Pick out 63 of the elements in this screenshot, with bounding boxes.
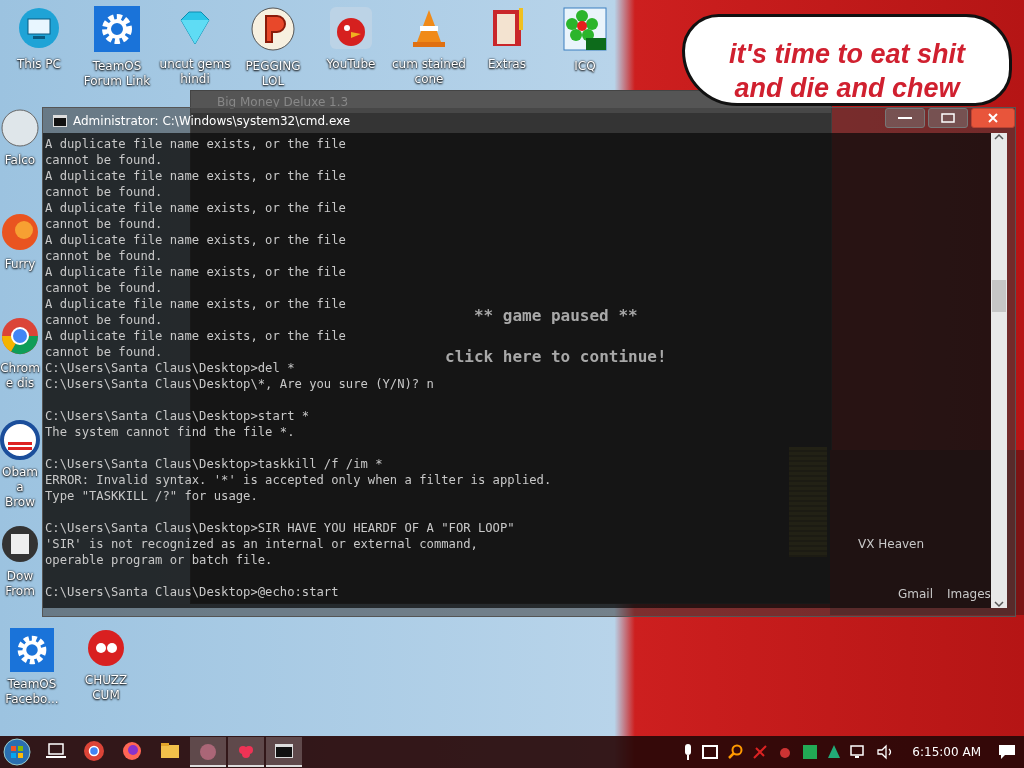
desktop-shortcut[interactable]: Extras [468,6,546,88]
icon-label: Extras [488,57,526,72]
console-line: ERROR: Invalid syntax. '*' is accepted only when a filter is applied. [45,472,552,488]
bookmark-link[interactable]: VX Heaven [858,537,925,551]
clock[interactable]: 6:15:00 AM [912,745,981,759]
icon-label: YouTube [326,57,376,72]
console-line: A duplicate file name exists, or the file [45,328,346,344]
desktop-shortcut[interactable]: TeamOS Forum Link [78,6,156,88]
bubble-text: it's time to eat shit [729,38,965,71]
icon-label: cum stained cone [391,57,467,87]
icon-label: Obama Brow [0,465,40,510]
desktop-shortcut[interactable]: Chrome dis [0,316,40,398]
console-line: cannot be found. [45,152,163,168]
icon-label: This PC [17,57,61,72]
console-line: C:\Users\Santa Claus\Desktop>start * [45,408,310,424]
desktop-shortcut[interactable]: Furry [0,212,40,294]
console-line: C:\Users\Santa Claus\Desktop>taskkill /f /im * [45,456,383,472]
console-line: C:\Users\Santa Claus\Desktop\*, Are you sure (Y/N)? n [45,376,434,392]
console-line: cannot be found. [45,216,163,232]
paused-text: ** game paused ** [473,306,638,325]
console-line: A duplicate file name exists, or the file [45,136,346,152]
desktop-shortcut[interactable]: Falco [0,108,40,190]
console-line: cannot be found. [45,344,163,360]
console-line: The system cannot find the file *. [45,424,295,440]
icon-label: CHUZZ CUM [83,673,129,703]
console-line: cannot be found. [45,184,163,200]
icon-label: Furry [4,257,36,272]
desktop-shortcut[interactable]: Dow From [0,524,40,606]
desktop-shortcut[interactable]: cum stained cone [390,6,468,88]
console-line: A duplicate file name exists, or the file [45,200,346,216]
console-line: A duplicate file name exists, or the file [45,264,346,280]
console-line: C:\Users\Santa Claus\Desktop>del * [45,360,295,376]
console-line: C:\Users\Santa Claus\Desktop>SIR HAVE YOU HEARDF OF A "FOR LOOP" [45,520,515,536]
icon-label: Dow From [4,569,36,599]
icon-label: uncut gems hindi [158,57,232,87]
console-line: 'SIR' is not recognized as an internal or external command, [45,536,478,552]
desktop-shortcut[interactable]: TeamOS Facebo... [0,628,64,710]
console-line: cannot be found. [45,312,163,328]
window-title: Administrator: C:\Windows\system32\cmd.exe [73,113,351,128]
console-line: cannot be found. [45,280,163,296]
console-line: cannot be found. [45,248,163,264]
icon-label: ICQ [574,59,596,74]
console-line: A duplicate file name exists, or the file [45,296,346,312]
console-line: operable program or batch file. [45,552,273,568]
desktop-shortcut[interactable]: CHUZZ CUM [74,628,138,710]
bubble-text: and die and chew [734,72,960,105]
icon-label: TeamOS Facebo... [4,677,60,707]
console-line: A duplicate file name exists, or the file [45,168,346,184]
desktop-shortcut[interactable]: uncut gems hindi [156,6,234,88]
desktop-shortcut[interactable]: This PC [0,6,78,88]
desktop-shortcut[interactable]: ICQ [546,6,624,88]
console-line: A duplicate file name exists, or the file [45,232,346,248]
desktop-shortcut[interactable]: YouTube [312,6,390,88]
icon-label: Chrome dis [0,361,40,391]
desktop-shortcut[interactable]: PEGGING LOL [234,6,312,88]
header-link[interactable]: Images [947,587,991,601]
continue-link[interactable]: click here to continue! [445,347,667,366]
icon-label: PEGGING LOL [244,59,302,89]
icon-label: TeamOS Forum Link [82,59,152,89]
icon-label: Falco [4,153,36,168]
header-link[interactable]: Gmail [898,587,933,601]
console-line: Type "TASKKILL /?" for usage. [45,488,258,504]
console-line: C:\Users\Santa Claus\Desktop>@echo:start [45,584,339,600]
